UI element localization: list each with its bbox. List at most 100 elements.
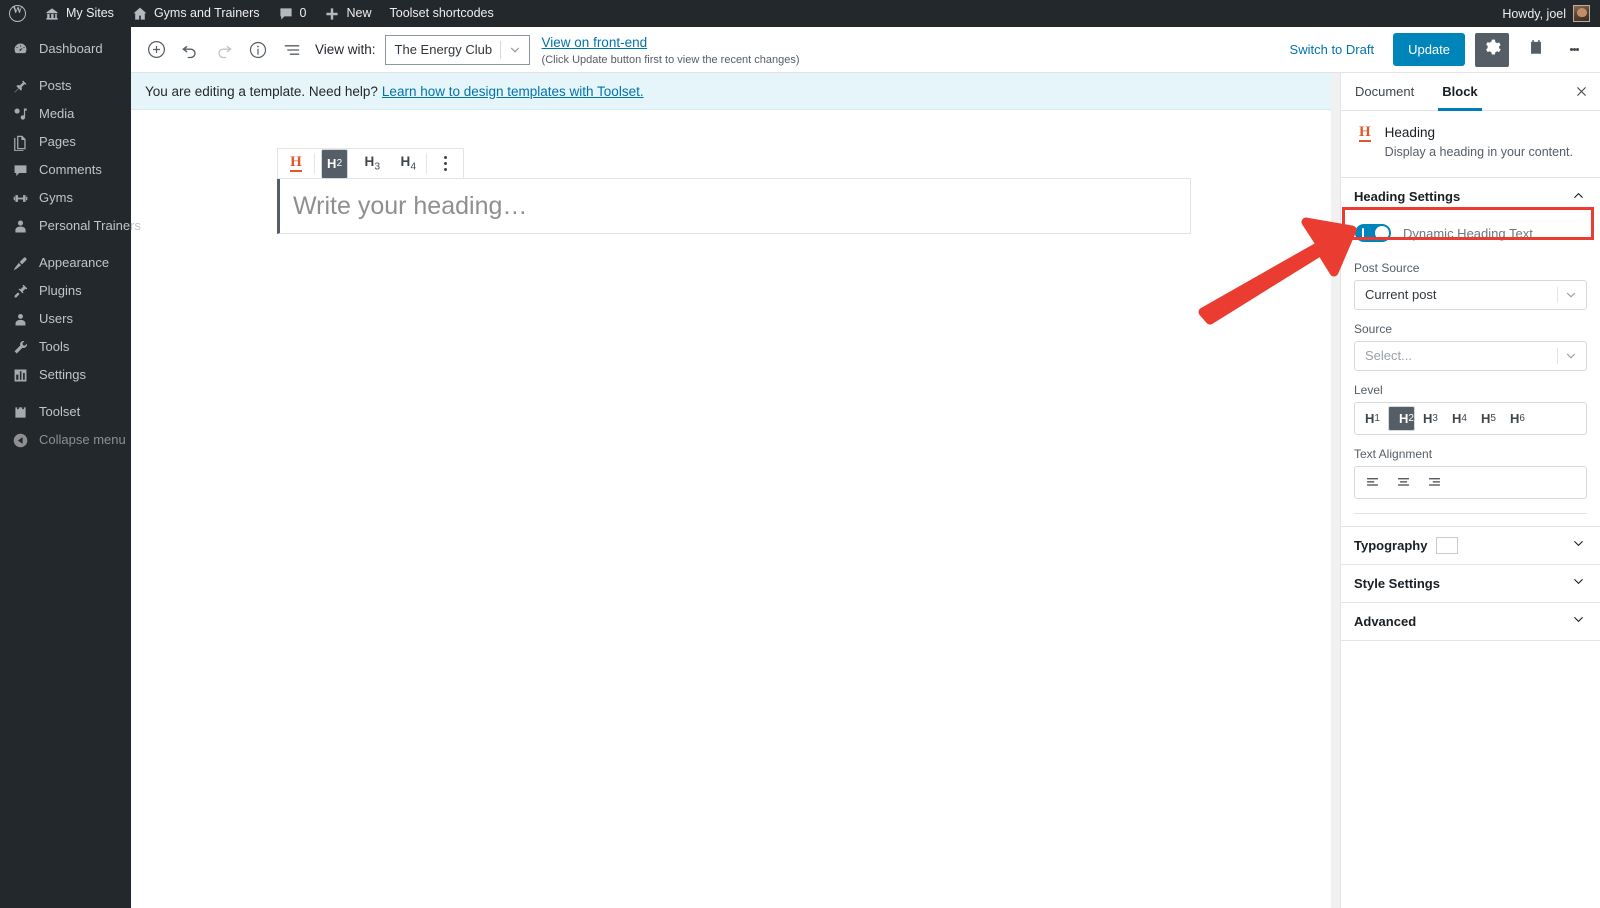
- menu-separator: [0, 389, 131, 398]
- text-alignment-field: Text Alignment: [1354, 447, 1587, 499]
- sidebar-item-personal-trainers[interactable]: Personal Trainers: [0, 212, 141, 240]
- adminbar-wp-logo[interactable]: [0, 0, 35, 27]
- panel-heading-settings[interactable]: Heading Settings: [1341, 178, 1600, 216]
- notice-help-link[interactable]: Learn how to design templates with Tools…: [382, 84, 644, 99]
- info-circle-icon[interactable]: [241, 33, 275, 67]
- toolset-button[interactable]: [1519, 33, 1553, 67]
- avatar: [1573, 5, 1590, 22]
- post-source-label: Post Source: [1354, 260, 1420, 275]
- sidebar-item-plugins[interactable]: Plugins: [0, 277, 131, 305]
- admin-sidebar-menu: Dashboard Posts Media Pages Comments Gym…: [0, 27, 141, 908]
- sidebar-item-tools[interactable]: Tools: [0, 333, 131, 361]
- sidebar-item-comments[interactable]: Comments: [0, 156, 131, 184]
- level-h1-button[interactable]: H1: [1359, 406, 1386, 431]
- vertical-dots-icon[interactable]: [427, 149, 463, 178]
- media-icon: [11, 105, 30, 124]
- sidebar-item-collapse-menu[interactable]: Collapse menu: [0, 426, 131, 454]
- align-left-icon[interactable]: [1361, 471, 1383, 493]
- undo-icon[interactable]: [173, 33, 207, 67]
- tools-icon: [11, 338, 30, 357]
- list-view-icon[interactable]: [275, 33, 309, 67]
- users-icon: [11, 310, 30, 329]
- level-button-group: H1 H2 H3 H4 H5 H6: [1354, 401, 1587, 435]
- heading-level-label: H4: [400, 154, 417, 173]
- block-toolbar: H H2 H3 H4: [277, 148, 465, 179]
- sidebar-item-settings[interactable]: Settings: [0, 361, 131, 389]
- dynamic-heading-text-toggle[interactable]: [1355, 224, 1391, 243]
- adminbar-label: My Sites: [66, 6, 114, 20]
- sidebar-item-label: Settings: [39, 367, 86, 382]
- level-h6-button[interactable]: H6: [1504, 406, 1531, 431]
- adminbar-item-site-name[interactable]: Gyms and Trainers: [123, 0, 269, 27]
- sidebar-item-dashboard[interactable]: Dashboard: [0, 35, 131, 63]
- panel-title: Typography: [1354, 537, 1428, 553]
- align-center-icon[interactable]: [1392, 471, 1414, 493]
- sidebar-item-label: Pages: [39, 134, 76, 149]
- sidebar-item-users[interactable]: Users: [0, 305, 131, 333]
- sidebar-item-label: Toolset: [39, 404, 81, 419]
- level-field: Level H1 H2 H3 H4 H5 H6: [1354, 383, 1587, 435]
- heading-input[interactable]: Write your heading…: [277, 178, 1191, 234]
- tab-document[interactable]: Document: [1341, 73, 1428, 110]
- view-with-select[interactable]: The Energy Club: [384, 34, 530, 65]
- level-h2-button[interactable]: H2: [1388, 405, 1415, 431]
- wordpress-logo-icon: [9, 5, 26, 22]
- align-right-icon[interactable]: [1423, 471, 1445, 493]
- sidebar-item-toolset[interactable]: Toolset: [0, 398, 131, 426]
- menu-separator: [0, 63, 131, 72]
- panel-typography[interactable]: Typography: [1341, 525, 1600, 564]
- close-icon[interactable]: [1562, 73, 1600, 110]
- chevron-down-icon: [508, 36, 522, 64]
- sidebar-item-gyms[interactable]: Gyms: [0, 184, 131, 212]
- level-h4-button[interactable]: H4: [1446, 406, 1473, 431]
- post-source-select[interactable]: Current post: [1354, 279, 1587, 310]
- level-h5-button[interactable]: H5: [1475, 406, 1502, 431]
- heading-level-h2-button[interactable]: H2: [315, 148, 354, 179]
- update-button[interactable]: Update: [1393, 33, 1465, 66]
- view-on-front-end-link[interactable]: View on front-end: [542, 35, 648, 50]
- comment-icon: [278, 6, 294, 22]
- panel-advanced[interactable]: Advanced: [1341, 601, 1600, 640]
- menu-separator: [0, 240, 131, 249]
- source-label: Source: [1354, 321, 1393, 336]
- adminbar-comment-count: 0: [299, 6, 307, 20]
- kebab-menu-icon[interactable]: [1560, 33, 1588, 67]
- adminbar-item-my-sites[interactable]: My Sites: [35, 0, 123, 27]
- typography-swatch[interactable]: [1436, 536, 1459, 554]
- source-select[interactable]: Select...: [1354, 340, 1587, 371]
- source-value: Select...: [1365, 348, 1412, 364]
- switch-to-draft-button[interactable]: Switch to Draft: [1279, 42, 1386, 57]
- sidebar-item-label: Media: [39, 106, 75, 121]
- tab-block[interactable]: Block: [1428, 73, 1491, 111]
- plus-circle-icon[interactable]: [139, 33, 173, 67]
- post-icon: [11, 77, 30, 96]
- sidebar-item-posts[interactable]: Posts: [0, 72, 131, 100]
- sidebar-item-pages[interactable]: Pages: [0, 128, 131, 156]
- view-with-value: The Energy Club: [394, 42, 493, 57]
- sidebar-item-appearance[interactable]: Appearance: [0, 249, 131, 277]
- sidebar-item-label: Personal Trainers: [39, 218, 141, 233]
- pages-icon: [11, 133, 30, 152]
- sidebar-item-label: Plugins: [39, 283, 82, 298]
- panel-style-settings[interactable]: Style Settings: [1341, 563, 1600, 602]
- chevron-down-icon: [1571, 574, 1586, 592]
- sidebar-item-media[interactable]: Media: [0, 100, 131, 128]
- adminbar-label: New: [346, 6, 372, 20]
- heading-level-h3-button[interactable]: H3: [354, 149, 390, 178]
- level-h3-button[interactable]: H3: [1417, 406, 1444, 431]
- panel-title: Style Settings: [1354, 575, 1440, 591]
- adminbar-account-area[interactable]: Howdy, joel: [1502, 5, 1600, 22]
- heading-block-icon[interactable]: H: [278, 149, 314, 178]
- sidebar-item-label: Posts: [39, 78, 72, 93]
- heading-level-h4-button[interactable]: H4: [390, 149, 426, 178]
- sidebar-item-label: Tools: [39, 339, 70, 354]
- select-divider: [499, 40, 501, 59]
- adminbar-item-new[interactable]: New: [315, 0, 380, 27]
- adminbar-item-comments[interactable]: 0: [269, 0, 316, 27]
- settings-sidebar-toggle[interactable]: [1475, 32, 1509, 67]
- sidebar-item-label: Comments: [39, 162, 102, 177]
- front-end-block: View on front-end (Click Update button f…: [542, 32, 800, 68]
- adminbar-item-toolset-shortcodes[interactable]: Toolset shortcodes: [381, 0, 503, 27]
- sites-icon: [44, 6, 60, 22]
- template-editing-notice: You are editing a template. Need help? L…: [131, 73, 1340, 110]
